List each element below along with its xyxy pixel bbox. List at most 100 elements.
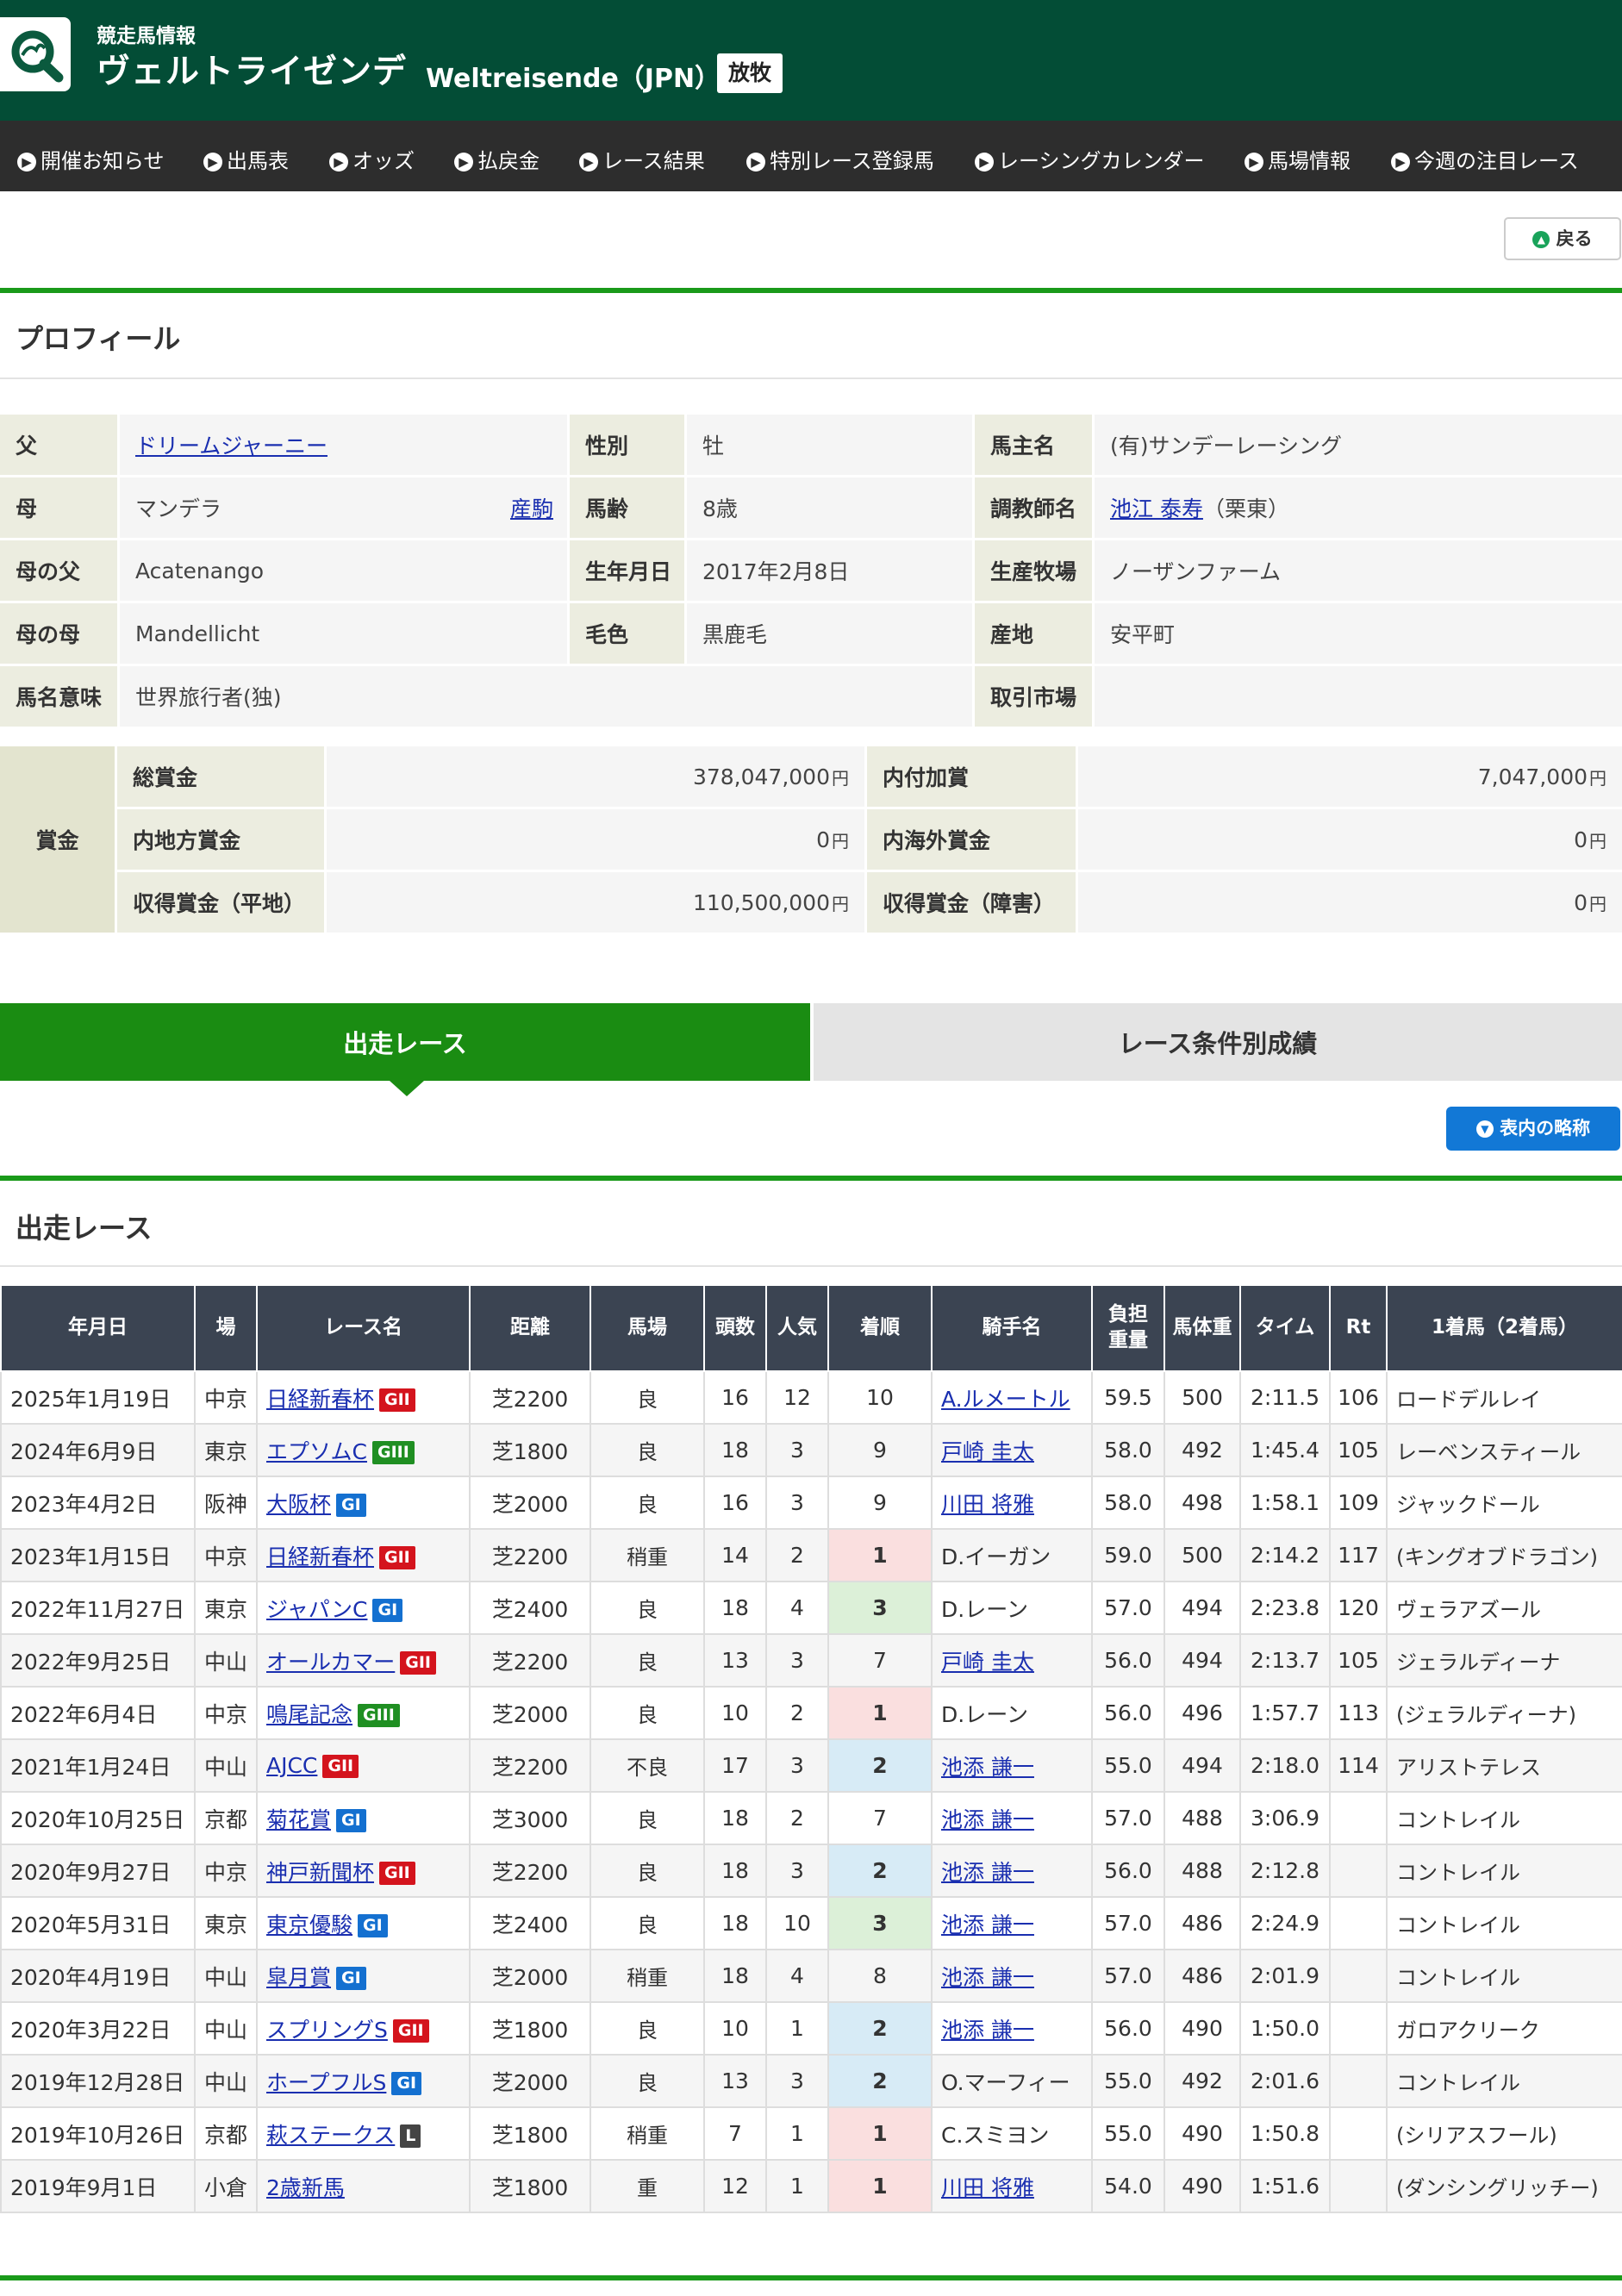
popularity: 3 [765, 1423, 829, 1477]
jockey-link[interactable]: 池添 謙一 [941, 1965, 1034, 1990]
winner-name: (キングオブドラゴン) [1386, 1528, 1622, 1582]
race-link[interactable]: 菊花賞 [266, 1807, 331, 1832]
race-venue: 中京 [194, 1370, 258, 1425]
field-size: 18 [703, 1791, 767, 1845]
jockey-link[interactable]: 池添 謙一 [941, 1860, 1034, 1885]
trainer-link[interactable]: 池江 泰寿 [1110, 492, 1203, 523]
rating [1329, 2054, 1388, 2108]
race-time: 2:13.7 [1239, 1633, 1331, 1688]
tab-condition-results[interactable]: レース条件別成績 [814, 1003, 1622, 1081]
jockey-name: 川田 将雅 [931, 1476, 1093, 1530]
race-link[interactable]: 日経新春杯 [266, 1544, 374, 1569]
breeder-value: ノーザンファーム [1095, 540, 1622, 601]
race-link[interactable]: オールカマー [266, 1650, 395, 1675]
track-condition: 良 [590, 1581, 705, 1635]
body-weight: 486 [1163, 1896, 1241, 1950]
jockey-link[interactable]: 川田 将雅 [941, 1492, 1034, 1517]
race-link[interactable]: スプリングS [266, 2018, 388, 2043]
grade-badge: GII [379, 1388, 415, 1412]
finish-position: 7 [827, 1791, 933, 1845]
popularity: 4 [765, 1949, 829, 2003]
race-time: 2:18.0 [1239, 1738, 1331, 1793]
nav-item-4[interactable]: ▶ レース結果 [579, 144, 705, 174]
race-venue: 小倉 [194, 2159, 258, 2213]
nav-item-5[interactable]: ▶ 特別レース登録馬 [746, 144, 934, 174]
nav-item-8[interactable]: ▶ 今週の注目レース [1391, 144, 1579, 174]
age-value: 8歳 [687, 477, 972, 538]
winner-name: コントレイル [1386, 1949, 1622, 2003]
race-date: 2021年1月24日 [0, 1738, 196, 1793]
jockey-link[interactable]: 池添 謙一 [941, 2018, 1034, 2043]
nav-item-3[interactable]: ▶ 払戻金 [454, 144, 540, 174]
sire-link[interactable]: ドリームジャーニー [135, 429, 328, 460]
yen-unit: 円 [832, 893, 849, 914]
field-size: 13 [703, 2054, 767, 2108]
nav-item-7[interactable]: ▶ 馬場情報 [1245, 144, 1351, 174]
race-link[interactable]: 萩ステークス [266, 2123, 395, 2148]
race-time: 2:14.2 [1239, 1528, 1331, 1582]
section-divider [0, 2275, 1622, 2280]
breeder-label: 生産牧場 [975, 540, 1092, 601]
market-value [1095, 666, 1622, 727]
finish-position: 10 [827, 1370, 933, 1425]
race-link[interactable]: ホープフルS [266, 2070, 386, 2095]
race-link[interactable]: 東京優駿 [266, 1912, 352, 1937]
jockey-link[interactable]: 池添 謙一 [941, 1807, 1034, 1832]
race-name: ジャパンC GI [256, 1581, 471, 1635]
popularity: 3 [765, 1633, 829, 1688]
race-link[interactable]: 2歳新馬 [266, 2175, 345, 2200]
race-link[interactable]: エプソムC [266, 1439, 367, 1464]
column-header: Rt [1329, 1284, 1388, 1372]
race-link[interactable]: 皐月賞 [266, 1965, 331, 1990]
dam-label: 母 [0, 477, 117, 538]
finish-position: 3 [827, 1896, 933, 1950]
table-row: 2023年1月15日 中京 日経新春杯 GII 芝2200 稍重 14 2 1 D.イーガン 59.… [0, 1528, 1622, 1582]
table-row: 2020年5月31日 東京 東京優駿 GI 芝2400 良 18 10 3 池添 謙一 57.0 48… [0, 1896, 1622, 1950]
race-link[interactable]: AJCC [266, 1753, 317, 1778]
winner-name: レーベンスティール [1386, 1423, 1622, 1477]
race-distance: 芝1800 [469, 2001, 591, 2056]
race-link[interactable]: 神戸新聞杯 [266, 1860, 374, 1885]
section-divider [0, 1176, 1622, 1181]
race-name: スプリングS GII [256, 2001, 471, 2056]
race-link[interactable]: ジャパンC [266, 1597, 367, 1622]
body-weight: 488 [1163, 1791, 1241, 1845]
back-button[interactable]: ▲ 戻る [1504, 217, 1621, 260]
nav-item-label: 払戻金 [477, 149, 540, 173]
trainer-label: 調教師名 [975, 477, 1092, 538]
race-link[interactable]: 鳴尾記念 [266, 1702, 352, 1727]
tab-races[interactable]: 出走レース [0, 1003, 810, 1081]
abbreviation-label: 表内の略称 [1500, 1118, 1591, 1139]
race-link[interactable]: 日経新春杯 [266, 1387, 374, 1412]
field-size: 18 [703, 1844, 767, 1898]
search-magnifier-logo[interactable] [0, 17, 71, 91]
race-time: 2:11.5 [1239, 1370, 1331, 1425]
winner-name: ジェラルディーナ [1386, 1633, 1622, 1688]
jockey-name: 池添 謙一 [931, 1896, 1093, 1950]
yen-unit: 円 [832, 767, 849, 789]
nav-item-2[interactable]: ▶ オッズ [329, 144, 415, 174]
race-link[interactable]: 大阪杯 [266, 1492, 331, 1517]
race-distance: 芝2400 [469, 1896, 591, 1950]
race-time: 2:24.9 [1239, 1896, 1331, 1950]
dam-offspring-link[interactable]: 産駒 [510, 492, 553, 523]
sex-value: 牡 [687, 415, 972, 475]
jockey-link[interactable]: 池添 謙一 [941, 1912, 1034, 1937]
age-label: 馬齢 [570, 477, 684, 538]
track-condition: 良 [590, 1844, 705, 1898]
jockey-link[interactable]: A.ルメートル [941, 1387, 1070, 1412]
race-distance: 芝2200 [469, 1528, 591, 1582]
popularity: 1 [765, 2106, 829, 2161]
jockey-link[interactable]: 戸崎 圭太 [941, 1439, 1034, 1464]
weight-carried: 56.0 [1091, 1844, 1165, 1898]
jockey-link[interactable]: 池添 謙一 [941, 1755, 1034, 1780]
column-header: 頭数 [703, 1284, 767, 1372]
abbreviation-button[interactable]: ▼ 表内の略称 [1446, 1107, 1620, 1151]
nav-item-1[interactable]: ▶ 出馬表 [203, 144, 289, 174]
main-nav: ▶ 開催お知らせ ▶ 出馬表 ▶ オッズ ▶ 払戻金 ▶ レース結果 ▶ 特別レース登録馬 ▶ レーシング… [0, 121, 1622, 191]
nav-item-0[interactable]: ▶ 開催お知らせ [17, 144, 165, 174]
dam-name: マンデラ [135, 496, 222, 521]
jockey-link[interactable]: 川田 将雅 [941, 2175, 1034, 2200]
jockey-link[interactable]: 戸崎 圭太 [941, 1650, 1034, 1675]
nav-item-6[interactable]: ▶ レーシングカレンダー [975, 144, 1205, 174]
